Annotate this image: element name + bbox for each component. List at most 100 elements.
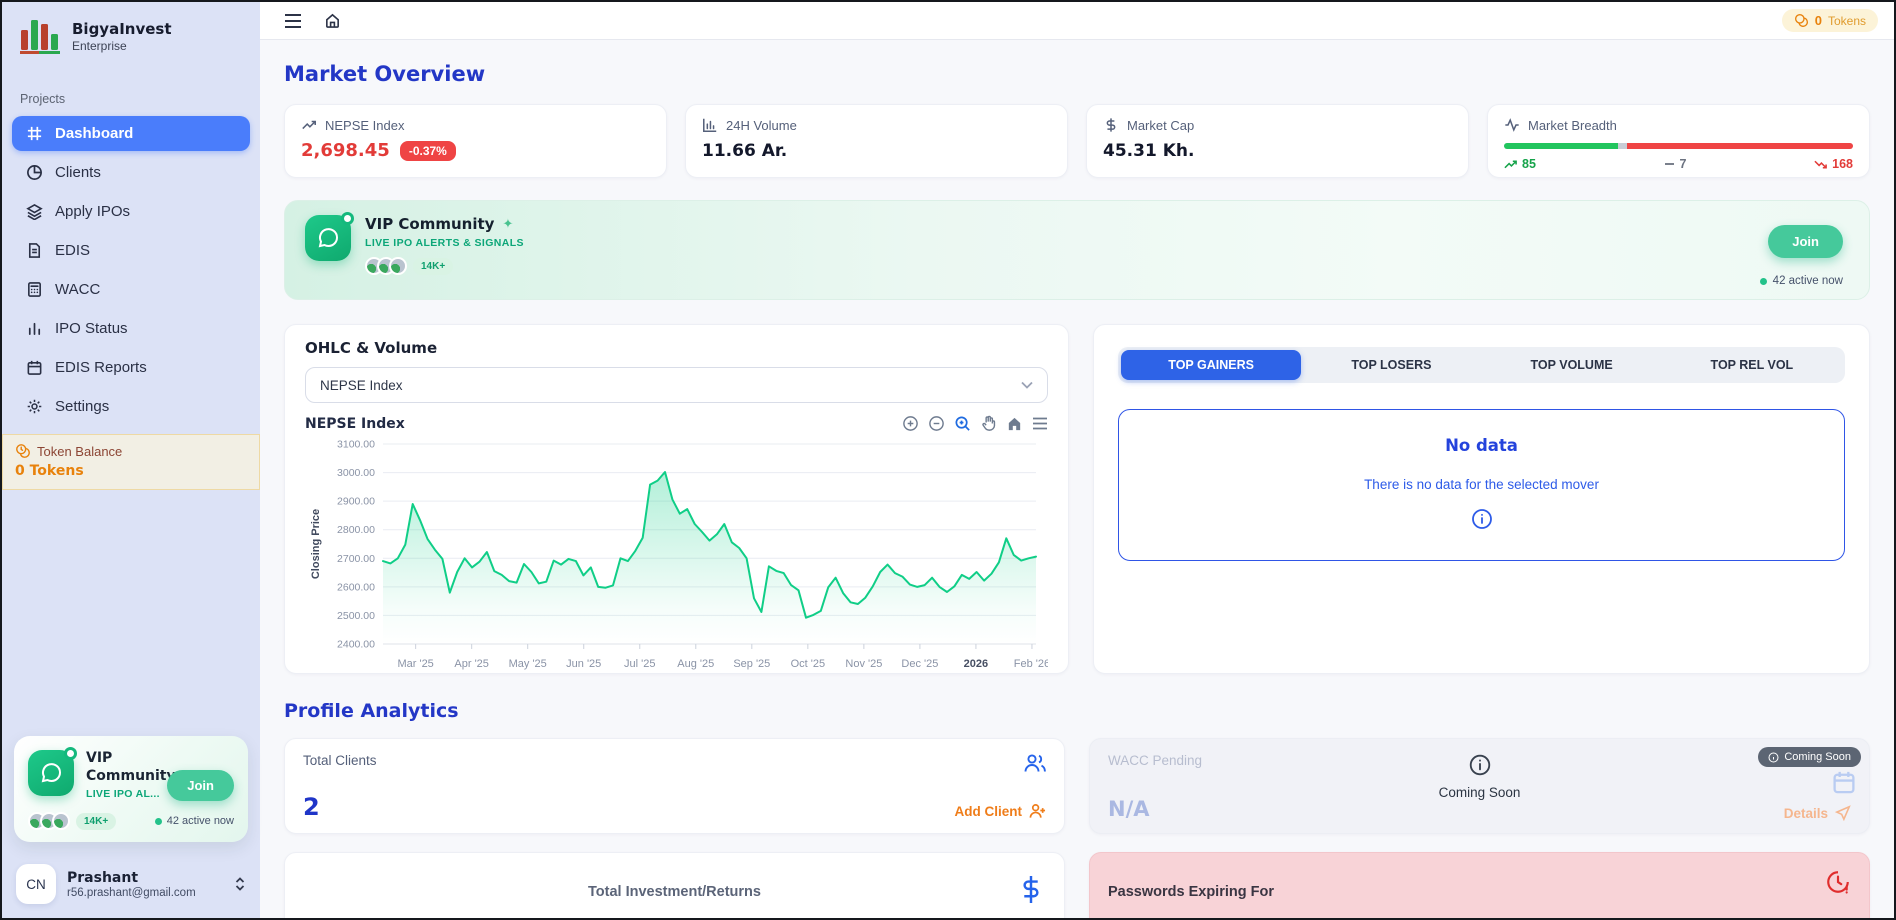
no-data-title: No data xyxy=(1119,436,1844,455)
layers-icon xyxy=(26,203,43,220)
coming-soon-badge-label: Coming Soon xyxy=(1784,751,1851,763)
info-icon xyxy=(1768,752,1779,763)
sidebar-item-apply-ipos[interactable]: Apply IPOs xyxy=(12,194,250,229)
zoom-out-icon[interactable] xyxy=(928,415,945,432)
symbol-select[interactable]: NEPSE Index xyxy=(305,367,1048,403)
home-button[interactable] xyxy=(324,12,341,29)
profile-analytics-title: Profile Analytics xyxy=(284,700,1870,722)
tab-top-losers[interactable]: TOP LOSERS xyxy=(1301,350,1481,380)
coins-icon xyxy=(15,443,31,459)
sidebar-item-ipo-status[interactable]: IPO Status xyxy=(12,311,250,346)
stat-label: 24H Volume xyxy=(726,118,797,133)
svg-text:Closing Price: Closing Price xyxy=(310,509,322,579)
token-balance-box[interactable]: Token Balance 0 Tokens xyxy=(2,434,260,490)
pan-icon[interactable] xyxy=(980,415,997,432)
calculator-icon xyxy=(26,281,43,298)
sidebar-item-label: Clients xyxy=(55,164,101,181)
join-button[interactable]: Join xyxy=(1768,225,1843,258)
topbar: 0 Tokens xyxy=(260,2,1894,40)
calendar-icon xyxy=(1831,769,1857,800)
tab-top-volume[interactable]: TOP VOLUME xyxy=(1482,350,1662,380)
stats-row: NEPSE Index 2,698.45 -0.37% 24H Volume 1… xyxy=(284,104,1870,178)
card-label: Total Clients xyxy=(303,753,1046,768)
sidebar-item-label: Apply IPOs xyxy=(55,203,130,220)
stat-card-nepse-index: NEPSE Index 2,698.45 -0.37% xyxy=(284,104,667,178)
ohlc-panel: OHLC & Volume NEPSE Index NEPSE Index xyxy=(284,324,1069,674)
tab-top-rel-vol[interactable]: TOP REL VOL xyxy=(1662,350,1842,380)
sidebar-item-clients[interactable]: Clients xyxy=(12,155,250,190)
sidebar-item-label: Dashboard xyxy=(55,125,133,142)
tokens-count: 0 xyxy=(1815,13,1822,28)
token-balance-value: 0 Tokens xyxy=(15,463,247,479)
banner-subtitle: LIVE IPO ALERTS & SIGNALS xyxy=(365,237,524,249)
main-area: 0 Tokens Market Overview NEPSE Index 2,6… xyxy=(260,2,1894,918)
tokens-pill[interactable]: 0 Tokens xyxy=(1782,9,1878,32)
wacc-pending-card: WACC Pending N/A Coming Soon Coming Soon xyxy=(1089,738,1870,834)
no-data-message: There is no data for the selected mover xyxy=(1119,477,1844,492)
trending-up-icon xyxy=(301,117,317,133)
banner-title: VIP Community xyxy=(365,215,494,233)
sidebar-item-label: WACC xyxy=(55,281,100,298)
sidebar-item-label: EDIS Reports xyxy=(55,359,147,376)
content: Market Overview NEPSE Index 2,698.45 -0.… xyxy=(260,40,1894,918)
send-icon xyxy=(1835,805,1851,821)
token-balance-label: Token Balance xyxy=(37,444,122,459)
add-client-button[interactable]: Add Client xyxy=(955,803,1047,819)
tab-top-gainers[interactable]: TOP GAINERS xyxy=(1121,350,1301,380)
no-data-box: No data There is no data for the selecte… xyxy=(1118,409,1845,561)
svg-text:3000.00: 3000.00 xyxy=(337,467,375,479)
card-label: Total Investment/Returns xyxy=(588,884,761,900)
user-email: r56.prashant@gmail.com xyxy=(67,887,196,899)
movers-panel: TOP GAINERS TOP LOSERS TOP VOLUME TOP RE… xyxy=(1093,324,1870,674)
reset-home-icon[interactable] xyxy=(1006,415,1023,432)
svg-text:2600.00: 2600.00 xyxy=(337,581,375,593)
hamburger-icon xyxy=(284,14,302,28)
nepse-area-chart[interactable]: 2400.002500.002600.002700.002800.002900.… xyxy=(305,434,1048,679)
bar-chart-icon xyxy=(702,117,718,133)
sidebar-item-edis-reports[interactable]: EDIS Reports xyxy=(12,350,250,385)
frame-icon xyxy=(26,125,43,142)
sidebar-item-dashboard[interactable]: Dashboard xyxy=(12,116,250,151)
stat-card-24h-volume: 24H Volume 11.66 Ar. xyxy=(685,104,1068,178)
selection-zoom-icon[interactable] xyxy=(954,415,971,432)
member-avatars: 14K+ xyxy=(365,257,524,275)
zoom-in-icon[interactable] xyxy=(902,415,919,432)
total-clients-card: Total Clients 2 Add Client xyxy=(284,738,1065,834)
info-icon xyxy=(1471,508,1493,535)
movers-tabs: TOP GAINERS TOP LOSERS TOP VOLUME TOP RE… xyxy=(1118,347,1845,383)
menu-toggle-button[interactable] xyxy=(284,14,302,28)
ohlc-heading: OHLC & Volume xyxy=(305,339,1048,357)
clock-alert-icon xyxy=(1825,869,1851,900)
svg-text:Feb '26: Feb '26 xyxy=(1014,658,1048,670)
coins-icon xyxy=(1794,13,1809,28)
pie-icon xyxy=(26,164,43,181)
chart-menu-icon[interactable] xyxy=(1032,417,1048,430)
svg-text:2900.00: 2900.00 xyxy=(337,496,375,508)
svg-text:2400.00: 2400.00 xyxy=(337,639,375,651)
sidebar-item-edis[interactable]: EDIS xyxy=(12,233,250,268)
sidebar-item-label: EDIS xyxy=(55,242,90,259)
stat-label: Market Breadth xyxy=(1528,118,1617,133)
dollar-icon xyxy=(1103,117,1119,133)
passwords-expiring-card: Passwords Expiring For xyxy=(1089,852,1870,918)
chevron-up-down-icon xyxy=(234,876,246,892)
join-button[interactable]: Join xyxy=(167,770,234,801)
details-button[interactable]: Details xyxy=(1784,805,1851,821)
change-badge: -0.37% xyxy=(400,141,456,161)
symbol-select-value: NEPSE Index xyxy=(320,378,403,393)
sidebar-community-card: VIP Community LIVE IPO AL... Join 14K+ 4… xyxy=(14,736,248,842)
sidebar-item-wacc[interactable]: WACC xyxy=(12,272,250,307)
app-window: BigyaInvest Enterprise Projects Dashboar… xyxy=(0,0,1896,920)
stat-value: 45.31 Kh. xyxy=(1103,141,1452,161)
svg-text:Nov '25: Nov '25 xyxy=(845,658,882,670)
calendar-icon xyxy=(26,359,43,376)
decliners-count: 168 xyxy=(1832,157,1853,171)
svg-text:Jul '25: Jul '25 xyxy=(624,658,655,670)
coming-soon-block: Coming Soon xyxy=(1090,753,1869,800)
user-menu[interactable]: CN Prashant r56.prashant@gmail.com xyxy=(2,852,260,918)
sidebar-item-settings[interactable]: Settings xyxy=(12,389,250,424)
svg-text:Dec '25: Dec '25 xyxy=(901,658,938,670)
online-dot xyxy=(155,818,162,825)
trend-down-icon xyxy=(1814,159,1827,170)
breadth-bar-advancers xyxy=(1504,143,1618,149)
